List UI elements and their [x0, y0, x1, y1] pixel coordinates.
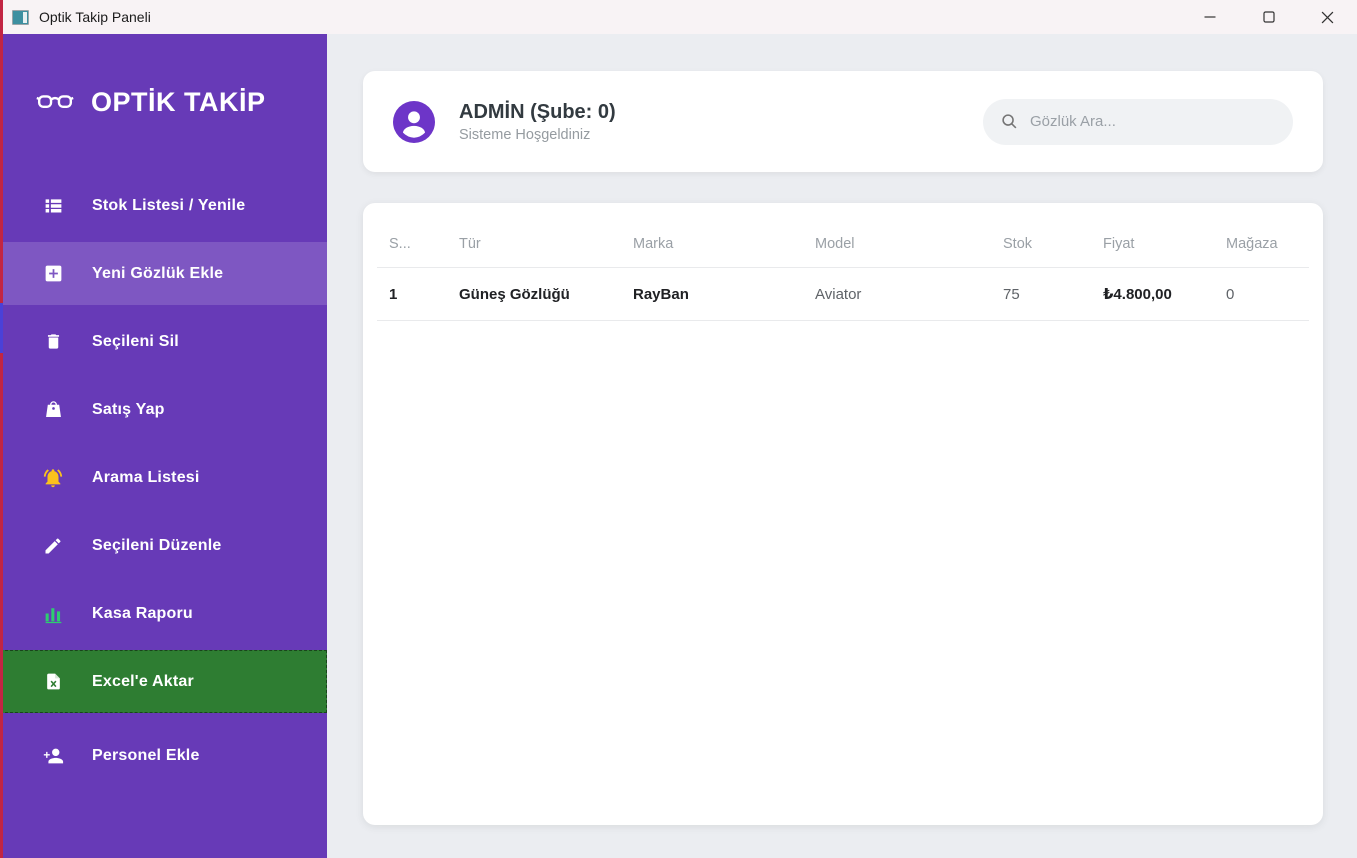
- app-logo: OPTİK TAKİP: [0, 86, 327, 118]
- sidebar-item-yeni-gozluk-ekle[interactable]: Yeni Gözlük Ekle: [0, 242, 327, 305]
- sidebar-item-label: Satış Yap: [92, 400, 165, 418]
- column-header-tur[interactable]: Tür: [447, 213, 621, 268]
- table-row[interactable]: 1 Güneş Gözlüğü RayBan Aviator 75 ₺4.800…: [377, 267, 1309, 321]
- glasses-icon: [36, 91, 74, 113]
- maximize-button[interactable]: [1239, 0, 1298, 34]
- column-header-sira[interactable]: S...: [377, 213, 447, 268]
- welcome-card: ADMİN (Şube: 0) Sisteme Hoşgeldiniz: [363, 71, 1323, 172]
- sidebar-item-satis-yap[interactable]: Satış Yap: [0, 378, 327, 441]
- sidebar-item-stok-listesi[interactable]: Stok Listesi / Yenile: [0, 174, 327, 237]
- minimize-icon: [1204, 16, 1215, 18]
- welcome-text: Sisteme Hoşgeldiniz: [459, 126, 591, 143]
- column-header-fiyat[interactable]: Fiyat: [1091, 213, 1214, 268]
- sidebar-item-secileni-duzenle[interactable]: Seçileni Düzenle: [0, 514, 327, 577]
- add-box-icon: [42, 263, 64, 285]
- window-edge-strip-blue: [0, 303, 3, 353]
- excel-file-icon: [42, 671, 64, 693]
- stock-table-card: S... Tür Marka Model Stok Fiyat Mağaza 1…: [363, 203, 1323, 825]
- column-header-marka[interactable]: Marka: [621, 213, 803, 268]
- app-window: Optik Takip Paneli OPTİK TAKİP Stok List…: [0, 0, 1357, 858]
- window-controls: [1180, 0, 1357, 34]
- sidebar-item-label: Excel'e Aktar: [92, 672, 194, 690]
- column-header-stok[interactable]: Stok: [991, 213, 1091, 268]
- sidebar-item-arama-listesi[interactable]: Arama Listesi: [0, 446, 327, 509]
- search-input[interactable]: [1030, 113, 1275, 130]
- sidebar-item-excele-aktar[interactable]: Excel'e Aktar: [0, 650, 327, 713]
- trash-icon: [42, 331, 64, 353]
- cell-tur: Güneş Gözlüğü: [447, 267, 621, 321]
- sidebar-item-label: Kasa Raporu: [92, 604, 193, 622]
- app-logo-text: OPTİK TAKİP: [91, 86, 266, 117]
- main-content: ADMİN (Şube: 0) Sisteme Hoşgeldiniz S...…: [327, 34, 1357, 858]
- sidebar-item-label: Arama Listesi: [92, 468, 200, 486]
- cell-fiyat: ₺4.800,00: [1091, 267, 1214, 321]
- sidebar-item-label: Yeni Gözlük Ekle: [92, 264, 224, 282]
- cell-sira: 1: [377, 267, 447, 321]
- user-info: ADMİN (Şube: 0) Sisteme Hoşgeldiniz: [459, 101, 616, 143]
- sidebar-item-label: Personel Ekle: [92, 746, 200, 764]
- stock-table: S... Tür Marka Model Stok Fiyat Mağaza 1…: [377, 213, 1309, 321]
- cell-marka: RayBan: [621, 267, 803, 321]
- person-add-icon: [42, 745, 64, 767]
- search-icon: [1002, 114, 1017, 129]
- column-header-model[interactable]: Model: [803, 213, 991, 268]
- sidebar-nav: Stok Listesi / Yenile Yeni Gözlük Ekle S…: [0, 174, 327, 787]
- titlebar: Optik Takip Paneli: [0, 0, 1357, 34]
- window-title: Optik Takip Paneli: [39, 9, 151, 25]
- column-header-magaza[interactable]: Mağaza: [1214, 213, 1309, 268]
- sidebar-item-label: Seçileni Sil: [92, 332, 179, 350]
- close-icon: [1321, 11, 1334, 23]
- window-edge-strip: [0, 0, 3, 858]
- table-header-row: S... Tür Marka Model Stok Fiyat Mağaza: [377, 213, 1309, 268]
- cell-stok: 75: [991, 267, 1091, 321]
- close-button[interactable]: [1298, 0, 1357, 34]
- sidebar-item-label: Stok Listesi / Yenile: [92, 196, 246, 214]
- bar-chart-icon: [42, 603, 64, 625]
- sidebar-item-secileni-sil[interactable]: Seçileni Sil: [0, 310, 327, 373]
- list-icon: [42, 195, 64, 217]
- user-avatar-icon: [393, 100, 435, 143]
- sidebar-item-kasa-raporu[interactable]: Kasa Raporu: [0, 582, 327, 645]
- pencil-icon: [42, 535, 64, 557]
- cell-model: Aviator: [803, 267, 991, 321]
- sidebar: OPTİK TAKİP Stok Listesi / Yenile Yeni G…: [0, 34, 327, 858]
- minimize-button[interactable]: [1180, 0, 1239, 34]
- cell-magaza: 0: [1214, 267, 1309, 321]
- search-box[interactable]: [983, 98, 1293, 145]
- sidebar-item-label: Seçileni Düzenle: [92, 536, 222, 554]
- app-window-icon: [12, 9, 29, 25]
- sidebar-item-personel-ekle[interactable]: Personel Ekle: [0, 724, 327, 787]
- user-name: ADMİN (Şube: 0): [459, 100, 616, 123]
- maximize-icon: [1262, 11, 1275, 23]
- shopping-bag-icon: [42, 399, 64, 421]
- bell-icon: [42, 467, 64, 489]
